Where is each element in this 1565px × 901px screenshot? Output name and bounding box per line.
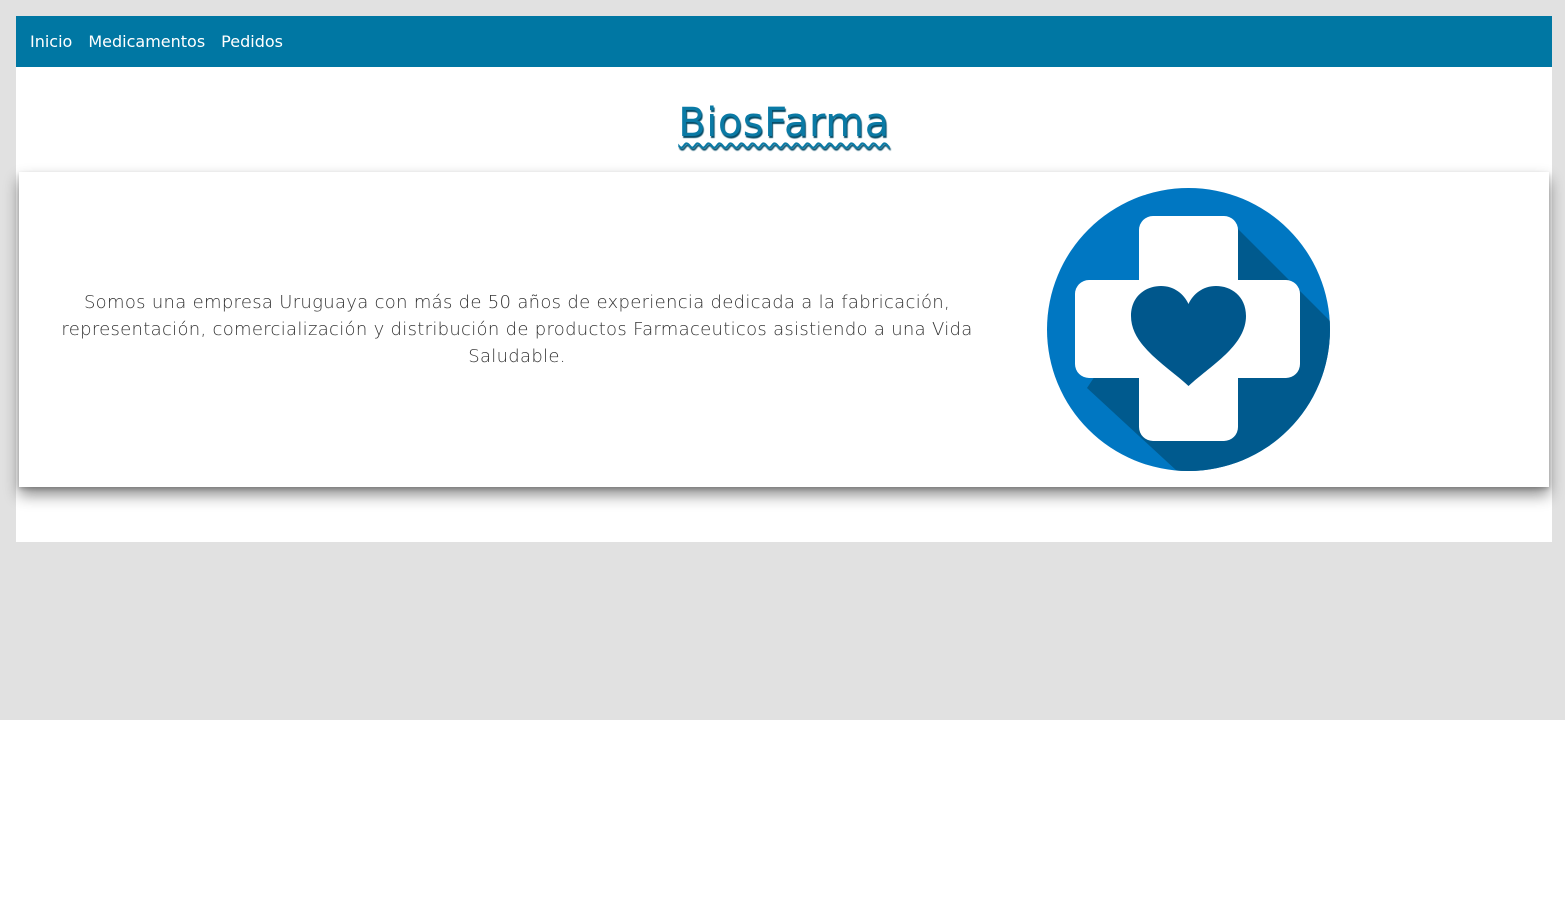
top-navbar: Inicio Medicamentos Pedidos	[16, 16, 1552, 67]
about-description: Somos una empresa Uruguaya con más de 50…	[61, 292, 973, 367]
nav-link-inicio[interactable]: Inicio	[30, 32, 72, 51]
nav-link-medicamentos[interactable]: Medicamentos	[88, 32, 205, 51]
medical-cross-heart-icon	[1047, 188, 1330, 471]
nav-link-pedidos[interactable]: Pedidos	[221, 32, 283, 51]
page-container: Inicio Medicamentos Pedidos BiosFarma So…	[16, 16, 1552, 542]
about-card: Somos una empresa Uruguaya con más de 50…	[19, 172, 1549, 487]
page-title: BiosFarma	[678, 100, 890, 146]
